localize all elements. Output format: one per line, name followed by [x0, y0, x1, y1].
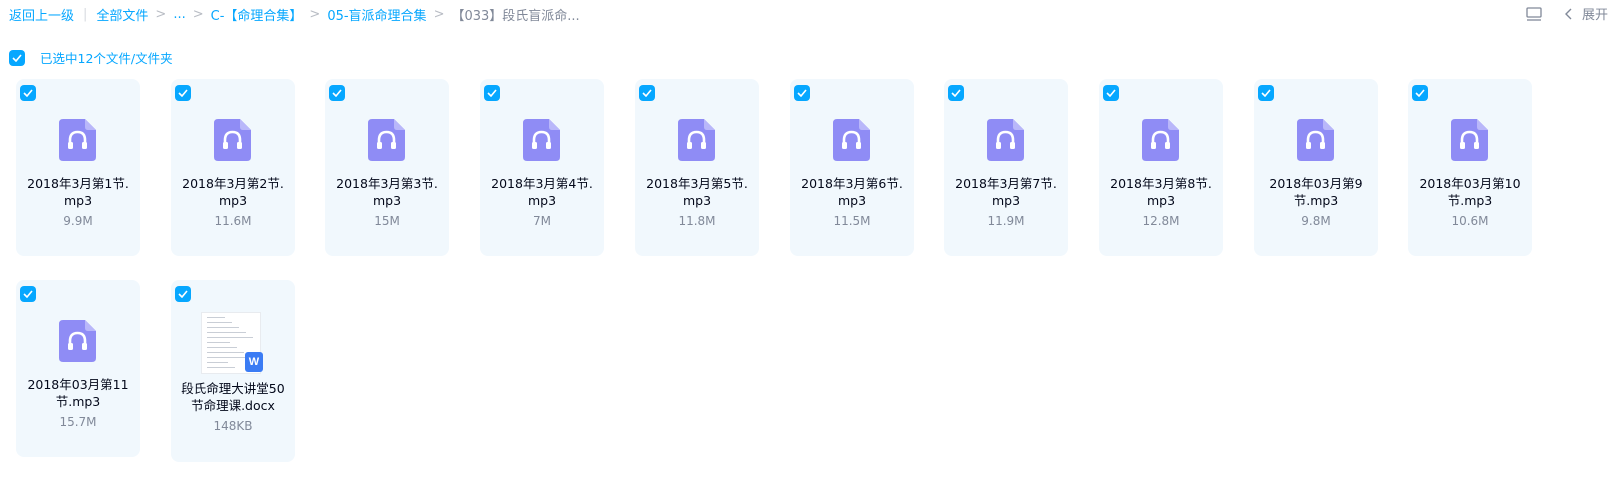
file-name: 2018年3月第7节.mp3	[955, 176, 1057, 208]
file-size: 9.9M	[63, 214, 93, 228]
file-card[interactable]: 2018年3月第3节.mp3 15M	[325, 79, 449, 256]
file-card[interactable]: 2018年03月第11节.mp3 15.7M	[16, 280, 140, 457]
audio-file-icon	[523, 119, 560, 161]
file-card[interactable]: 2018年3月第1节.mp3 9.9M	[16, 79, 140, 256]
file-checkbox[interactable]	[175, 286, 191, 302]
file-checkbox[interactable]	[329, 85, 345, 101]
check-icon	[487, 89, 497, 97]
file-size: 11.8M	[678, 214, 716, 228]
file-name: 段氏命理大讲堂50节命理课.docx	[181, 381, 285, 413]
check-icon	[642, 89, 652, 97]
check-icon	[178, 89, 188, 97]
file-card[interactable]: 2018年3月第2节.mp3 11.6M	[171, 79, 295, 256]
file-size: 148KB	[213, 419, 253, 433]
file-checkbox[interactable]	[1412, 85, 1428, 101]
file-name: 2018年03月第9节.mp3	[1269, 176, 1363, 208]
check-icon	[178, 290, 188, 298]
audio-file-icon	[1451, 119, 1488, 161]
check-icon	[951, 89, 961, 97]
file-size: 11.6M	[214, 214, 252, 228]
file-card[interactable]: W 段氏命理大讲堂50节命理课.docx 148KB	[171, 280, 295, 462]
word-doc-icon: W	[245, 352, 263, 372]
check-icon	[23, 89, 33, 97]
audio-file-icon	[368, 119, 405, 161]
audio-file-icon	[214, 119, 251, 161]
check-icon	[1261, 89, 1271, 97]
check-icon	[23, 290, 33, 298]
file-checkbox[interactable]	[20, 85, 36, 101]
file-name: 2018年03月第10节.mp3	[1419, 176, 1521, 208]
file-name: 2018年3月第4节.mp3	[491, 176, 593, 208]
file-card[interactable]: 2018年3月第4节.mp3 7M	[480, 79, 604, 256]
file-card[interactable]: 2018年03月第10节.mp3 10.6M	[1408, 79, 1532, 256]
file-size: 12.8M	[1142, 214, 1180, 228]
file-size: 10.6M	[1451, 214, 1489, 228]
file-name: 2018年3月第2节.mp3	[182, 176, 284, 208]
file-checkbox[interactable]	[794, 85, 810, 101]
file-checkbox[interactable]	[1258, 85, 1274, 101]
file-checkbox[interactable]	[639, 85, 655, 101]
file-size: 9.8M	[1301, 214, 1331, 228]
file-card[interactable]: 2018年03月第9节.mp3 9.8M	[1254, 79, 1378, 256]
audio-file-icon	[678, 119, 715, 161]
file-size: 7M	[533, 214, 551, 228]
file-checkbox[interactable]	[20, 286, 36, 302]
audio-file-icon	[1142, 119, 1179, 161]
file-checkbox[interactable]	[175, 85, 191, 101]
file-name: 2018年3月第8节.mp3	[1110, 176, 1212, 208]
file-name: 2018年3月第1节.mp3	[27, 176, 129, 208]
file-checkbox[interactable]	[484, 85, 500, 101]
check-icon	[332, 89, 342, 97]
file-checkbox[interactable]	[948, 85, 964, 101]
audio-file-icon	[987, 119, 1024, 161]
audio-file-icon	[59, 320, 96, 362]
file-size: 15.7M	[59, 415, 97, 429]
file-grid: 2018年3月第1节.mp3 9.9M 2018年3月第2节.mp3 11.6M 201…	[0, 0, 1622, 484]
file-name: 2018年03月第11节.mp3	[27, 377, 129, 409]
file-size: 15M	[374, 214, 400, 228]
file-card[interactable]: 2018年3月第5节.mp3 11.8M	[635, 79, 759, 256]
audio-file-icon	[59, 119, 96, 161]
file-name: 2018年3月第3节.mp3	[336, 176, 438, 208]
check-icon	[797, 89, 807, 97]
file-checkbox[interactable]	[1103, 85, 1119, 101]
file-name: 2018年3月第5节.mp3	[646, 176, 748, 208]
check-icon	[1106, 89, 1116, 97]
file-card[interactable]: 2018年3月第6节.mp3 11.5M	[790, 79, 914, 256]
audio-file-icon	[833, 119, 870, 161]
check-icon	[1415, 89, 1425, 97]
audio-file-icon	[1297, 119, 1334, 161]
file-card[interactable]: 2018年3月第7节.mp3 11.9M	[944, 79, 1068, 256]
file-name: 2018年3月第6节.mp3	[801, 176, 903, 208]
file-size: 11.5M	[833, 214, 871, 228]
file-card[interactable]: 2018年3月第8节.mp3 12.8M	[1099, 79, 1223, 256]
file-size: 11.9M	[987, 214, 1025, 228]
